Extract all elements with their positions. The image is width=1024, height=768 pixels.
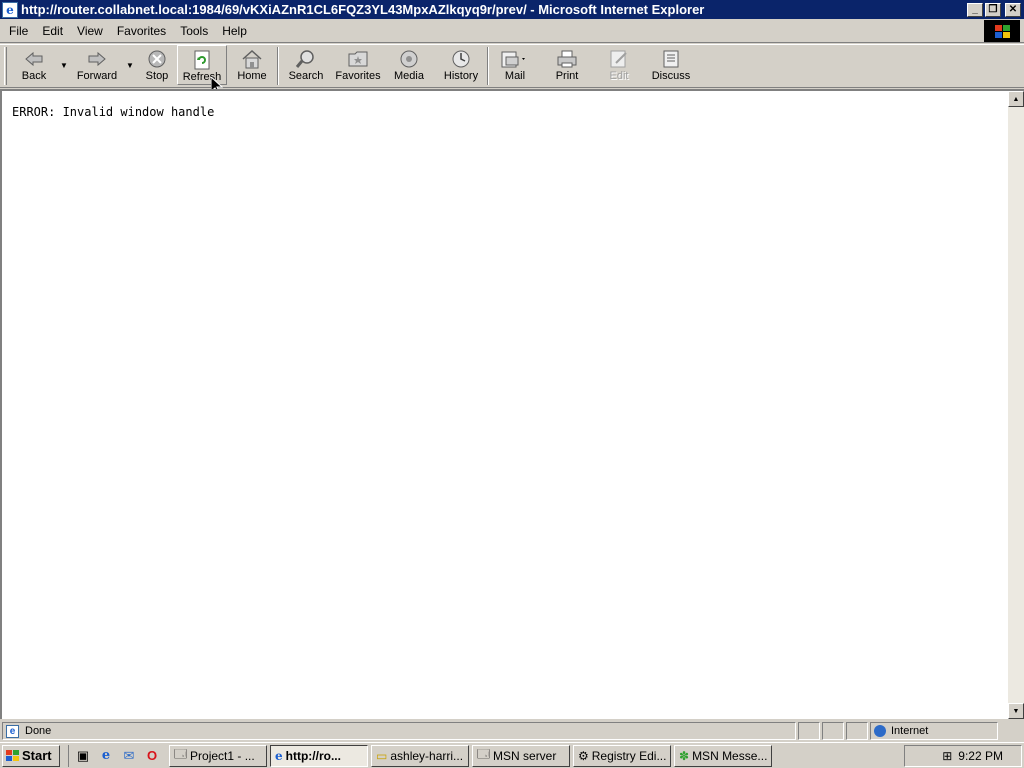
forward-arrow-icon [87,48,107,70]
globe-icon [874,725,886,737]
window-title: http://router.collabnet.local:1984/69/vK… [21,2,705,17]
task-internet-explorer[interactable]: e http://ro... [270,744,368,767]
back-dropdown-icon[interactable]: ▼ [57,61,71,70]
forward-button[interactable]: Forward [71,45,123,85]
menu-help[interactable]: Help [215,20,254,42]
toolbar-grip[interactable] [4,47,7,85]
ie-icon: e [2,1,18,18]
menu-tools[interactable]: Tools [173,20,215,42]
scroll-down-icon[interactable]: ▼ [1008,703,1024,719]
clock[interactable]: 9:22 PM [958,749,1003,763]
windows-flag-icon [6,750,19,761]
back-arrow-icon [24,48,44,70]
menu-bar: File Edit View Favorites Tools Help [0,19,1024,43]
quick-launch: ▣ e ✉ O [68,744,161,767]
menu-view[interactable]: View [70,20,110,42]
standard-toolbar: Back ▼ Forward ▼ Stop Refresh Home Searc… [0,44,1024,88]
zone-label: Internet [891,725,929,737]
menu-edit[interactable]: Edit [35,20,70,42]
search-button[interactable]: Search [279,45,333,85]
page-done-icon: e [6,724,19,738]
refresh-icon [193,49,211,71]
edit-icon [608,48,630,70]
status-pane-empty [798,722,820,740]
forward-dropdown-icon[interactable]: ▼ [123,61,137,70]
windows-logo-icon [984,20,1020,42]
task-msn-server[interactable]: 🗔 MSN server [472,744,570,767]
history-button[interactable]: History [435,45,487,85]
status-pane-empty [822,722,844,740]
mail-icon [500,48,530,70]
discuss-button[interactable]: Discuss [645,45,697,85]
favorites-folder-icon [347,48,369,70]
favorites-button[interactable]: Favorites [333,45,383,85]
status-pane-empty [846,722,868,740]
network-icon[interactable]: ⊞ [942,749,952,763]
mail-button[interactable]: Mail [489,45,541,85]
show-desktop-icon[interactable]: ▣ [74,747,92,765]
home-icon [241,48,263,70]
scroll-up-icon[interactable]: ▲ [1008,91,1024,107]
app-icon: 🗔 [174,747,188,761]
status-bar: e Done Internet [0,720,1024,742]
edit-button[interactable]: Edit [593,45,645,85]
title-bar[interactable]: e http://router.collabnet.local:1984/69/… [0,0,1024,19]
error-message: ERROR: Invalid window handle [12,105,215,119]
internet-explorer-icon[interactable]: e [97,747,115,765]
media-button[interactable]: Media [383,45,435,85]
minimize-button[interactable]: _ [967,2,983,17]
taskbar: Start ▣ e ✉ O 🗔 Project1 - ... e http://ro… [0,742,1024,768]
stop-button[interactable]: Stop [137,45,177,85]
outlook-express-icon[interactable]: ✉ [120,747,138,765]
back-button[interactable]: Back [11,45,57,85]
status-text-pane: e Done [2,722,796,740]
task-msn-messenger[interactable]: ✽ MSN Messe... [674,744,772,767]
messenger-icon: ✽ [679,748,690,763]
start-button[interactable]: Start [2,744,60,767]
discuss-icon [660,48,682,70]
task-registry-editor[interactable]: ⚙ Registry Edi... [573,744,671,767]
menu-favorites[interactable]: Favorites [110,20,173,42]
status-text: Done [25,725,52,737]
registry-icon: ⚙ [578,748,589,763]
task-project1[interactable]: 🗔 Project1 - ... [169,744,267,767]
system-tray: ⊞ 9:22 PM [904,745,1022,767]
close-button[interactable]: ✕ [1005,2,1021,17]
window-icon: 🗔 [477,747,491,761]
task-folder[interactable]: ▭ ashley-harri... [371,744,469,767]
home-button[interactable]: Home [227,45,277,85]
menu-file[interactable]: File [2,20,35,42]
restore-button[interactable]: ❐ [985,2,1001,17]
media-icon [398,48,420,70]
history-icon [450,48,472,70]
opera-icon[interactable]: O [143,747,161,765]
print-button[interactable]: Print [541,45,593,85]
search-icon [295,48,317,70]
folder-icon: ▭ [376,748,388,763]
stop-icon [147,48,167,70]
ie-task-icon: e [275,748,283,763]
vertical-scrollbar[interactable]: ▲ ▼ [1008,91,1024,719]
security-zone-pane: Internet [870,722,998,740]
page-content[interactable]: ERROR: Invalid window handle ▲ ▼ [0,89,1024,719]
printer-icon [556,48,578,70]
